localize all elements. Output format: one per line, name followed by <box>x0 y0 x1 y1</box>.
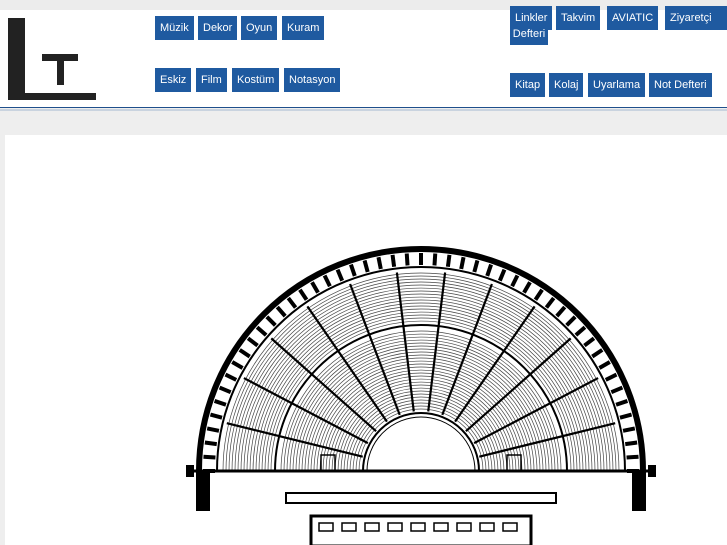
site-logo[interactable] <box>8 18 98 102</box>
nav-takvim[interactable]: Takvim <box>556 6 601 30</box>
logo-t-stem <box>57 54 64 85</box>
nav-film[interactable]: Film <box>196 68 227 92</box>
logo-bar-bottom <box>8 93 96 100</box>
nav-kostum[interactable]: Kostüm <box>232 68 280 92</box>
nav-uyarlama[interactable]: Uyarlama <box>588 73 646 97</box>
nav-ziyaretci-defteri[interactable]: Ziyaretçi <box>665 6 727 30</box>
nav-aviatic[interactable]: AVIATIC <box>607 6 659 30</box>
nav-not-defteri[interactable]: Not Defteri <box>649 73 712 97</box>
nav-kolaj[interactable]: Kolaj <box>549 73 584 97</box>
nav-eskiz[interactable]: Eskiz <box>155 68 192 92</box>
main-content-panel <box>5 135 727 545</box>
nav-dekor[interactable]: Dekor <box>198 16 238 40</box>
nav-muzik[interactable]: Müzik <box>155 16 194 40</box>
header-shadow <box>0 109 727 111</box>
nav-ziyaretci-defteri-wrap[interactable]: Defteri <box>510 24 548 45</box>
theater-plan-image <box>186 246 656 545</box>
nav-notasyon[interactable]: Notasyon <box>284 68 341 92</box>
nav-kuram[interactable]: Kuram <box>282 16 325 40</box>
site-header: Müzik Dekor Oyun Kuram Eskiz Film Kostüm… <box>0 6 727 108</box>
nav-oyun[interactable]: Oyun <box>241 16 278 40</box>
logo-bar-left <box>8 18 25 100</box>
nav-kitap[interactable]: Kitap <box>510 73 546 97</box>
